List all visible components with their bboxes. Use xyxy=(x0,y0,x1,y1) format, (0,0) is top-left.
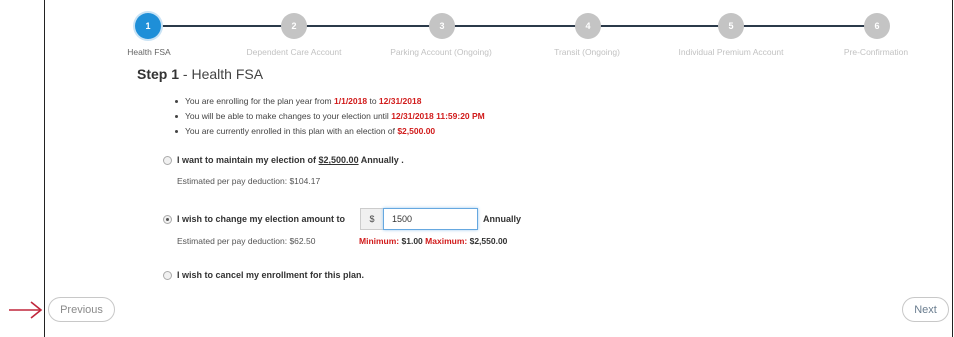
maintain-election-radio[interactable] xyxy=(163,156,172,165)
step-4-circle[interactable]: 4 xyxy=(575,13,601,39)
stepper-line xyxy=(160,25,877,27)
next-button[interactable]: Next xyxy=(902,297,949,322)
plan-year-to: to xyxy=(367,96,379,106)
election-amount-input[interactable] xyxy=(383,208,478,230)
plan-info-list: You are enrolling for the plan year from… xyxy=(175,94,485,139)
step-3-circle[interactable]: 3 xyxy=(429,13,455,39)
maintain-text: I want to maintain my election of xyxy=(177,155,319,165)
plan-end-date: 12/31/2018 xyxy=(378,96,422,106)
arrow-right-icon xyxy=(9,301,43,319)
change-deadline-text: You will be able to make changes to your… xyxy=(185,111,392,121)
maintain-election-label[interactable]: I want to maintain my election of $2,500… xyxy=(177,155,404,165)
current-election: $2,500.00 xyxy=(397,126,436,136)
step-3-label: Parking Account (Ongoing) xyxy=(390,47,492,57)
list-item: You will be able to make changes to your… xyxy=(175,109,485,124)
minimum-label: Minimum: xyxy=(359,236,400,246)
step-6-label: Pre-Confirmation xyxy=(843,47,909,57)
change-period-label: Annually xyxy=(483,214,522,224)
plan-start-date: 1/1/2018 xyxy=(334,96,368,106)
list-item: You are enrolling for the plan year from… xyxy=(175,94,485,109)
maintain-amount: $2,500.00 xyxy=(318,155,359,165)
step-1-circle[interactable]: 1 xyxy=(135,13,161,39)
maximum-value: $2,550.00 xyxy=(469,236,508,246)
plan-name: Health FSA xyxy=(191,66,264,82)
currency-addon: $ xyxy=(360,208,384,230)
step-5-circle[interactable]: 5 xyxy=(718,13,744,39)
content-frame xyxy=(44,0,953,337)
minimum-value: $1.00 xyxy=(401,236,423,246)
change-estimate: Estimated per pay deduction: $62.50 xyxy=(177,236,316,246)
step-5-label: Individual Premium Account xyxy=(678,47,784,57)
change-deadline: 12/31/2018 11:59:20 PM xyxy=(391,111,485,121)
election-limits: Minimum: $1.00 Maximum: $2,550.00 xyxy=(359,236,507,246)
step-6-circle[interactable]: 6 xyxy=(864,13,890,39)
change-election-label[interactable]: I wish to change my election amount to xyxy=(177,214,345,224)
step-2-label: Dependent Care Account xyxy=(246,47,342,57)
maintain-period: Annually . xyxy=(358,155,404,165)
plan-year-text: You are enrolling for the plan year from xyxy=(185,96,334,106)
current-election-text: You are currently enrolled in this plan … xyxy=(185,126,398,136)
step-2-circle[interactable]: 2 xyxy=(281,13,307,39)
page-title: Step 1 - Health FSA xyxy=(137,66,263,82)
maintain-estimate: Estimated per pay deduction: $104.17 xyxy=(177,176,321,186)
step-1-label: Health FSA xyxy=(127,47,171,57)
cancel-enrollment-label[interactable]: I wish to cancel my enrollment for this … xyxy=(177,270,364,280)
list-item: You are currently enrolled in this plan … xyxy=(175,124,485,139)
change-election-radio[interactable] xyxy=(163,215,172,224)
step-4-label: Transit (Ongoing) xyxy=(554,47,620,57)
maximum-label: Maximum: xyxy=(425,236,468,246)
step-number: Step 1 xyxy=(137,66,180,82)
title-separator: - xyxy=(179,66,192,82)
cancel-enrollment-radio[interactable] xyxy=(163,271,172,280)
previous-button[interactable]: Previous xyxy=(48,297,115,322)
